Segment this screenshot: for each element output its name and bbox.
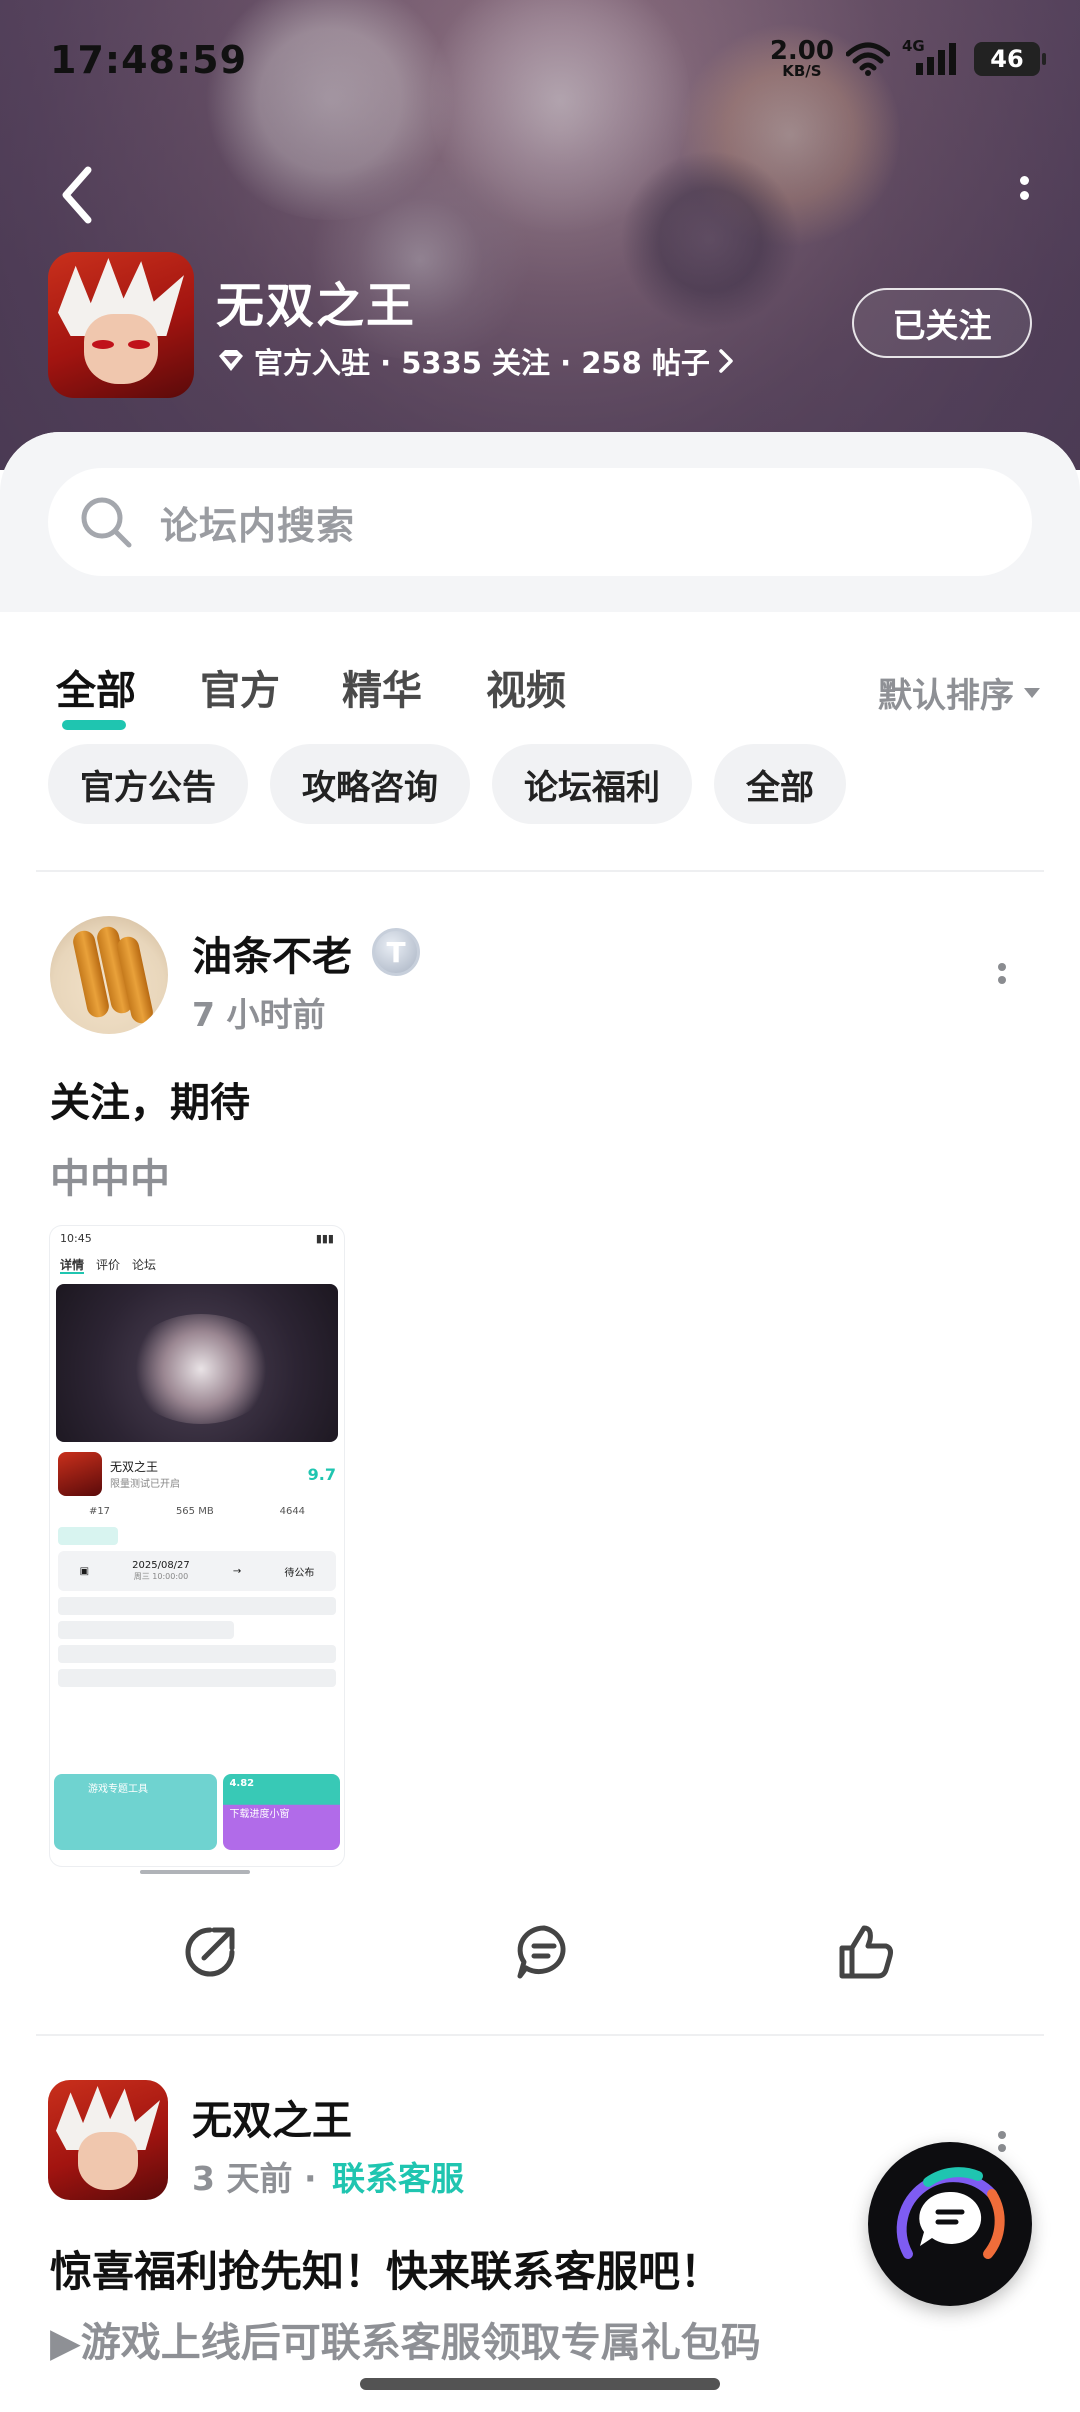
status-time: 17:48:59 [50,38,248,82]
post-author[interactable]: 无双之王 [192,2088,352,2146]
forum-meta-text: 官方入驻 · 5335 关注 · 258 帖子 [254,346,710,380]
active-tab-indicator [62,720,126,730]
forum-tabs: 全部 官方 精华 视频 默认排序 [0,628,1080,738]
tab-all[interactable]: 全部 [56,658,136,716]
post-actions [0,1910,1080,2000]
back-chevron-icon[interactable] [52,160,102,230]
post-body[interactable]: 中中中 [50,1146,170,1204]
wifi-icon [846,42,890,76]
diamond-icon [219,350,243,371]
category-chips: 官方公告 攻略咨询 论坛福利 全部 [48,744,846,824]
chip-official-announcement[interactable]: 官方公告 [48,744,248,824]
search-placeholder: 论坛内搜索 [160,503,356,548]
section-divider [36,870,1044,872]
post-image-attachment[interactable]: 10:45 ▮▮▮ 详情 评价 论坛 无双之王 限量测试已开启 9.7 #17 … [50,1226,344,1866]
share-icon[interactable] [178,1920,242,1984]
post-title[interactable]: 惊喜福利抢先知！快来联系客服吧！ [50,2238,722,2299]
home-indicator[interactable] [360,2378,720,2390]
tab-featured[interactable]: 精华 [342,658,422,716]
post-title[interactable]: 关注，期待 [50,1070,250,1128]
more-options-button[interactable] [1012,170,1036,214]
following-button[interactable]: 已关注 [852,288,1032,358]
game-app-icon [48,252,194,398]
post-author[interactable]: 油条不老 [192,924,352,982]
search-icon [81,497,132,548]
comment-icon[interactable] [512,1920,576,1984]
forum-search-input[interactable]: 论坛内搜索 [48,468,1032,576]
cellular-signal-icon: 4G [902,37,962,77]
dropdown-arrow-icon [1024,687,1040,698]
contact-support-link[interactable]: 联系客服 [332,2152,464,2200]
chip-all[interactable]: 全部 [714,744,846,824]
post-time: 7 小时前 [192,995,326,1034]
post-more-button[interactable] [992,958,1012,998]
status-bar: 17:48:59 2.00 KB/S 4G 46 [50,36,1046,88]
post-time: 3 天前 · [192,2159,317,2198]
thumbs-up-icon[interactable] [834,1920,898,1984]
avatar[interactable] [50,916,168,1034]
forum-header-banner: 17:48:59 2.00 KB/S 4G 46 无双之王 官方入驻 · 533… [0,0,1080,470]
chevron-right-icon [719,349,733,373]
post-divider [36,2034,1044,2036]
chip-strategy[interactable]: 攻略咨询 [270,744,470,824]
avatar[interactable] [48,2080,168,2200]
user-level-badge: T [372,928,420,976]
forum-meta-link[interactable]: 官方入驻 · 5335 关注 · 258 帖子 [216,340,734,382]
tab-video[interactable]: 视频 [486,658,566,716]
forum-title: 无双之王 [216,278,417,334]
chat-bubble-icon [896,2167,1005,2259]
battery-indicator: 46 [974,41,1046,76]
tab-official[interactable]: 官方 [200,658,280,716]
chip-forum-welfare[interactable]: 论坛福利 [492,744,692,824]
sort-dropdown[interactable]: 默认排序 [878,668,1040,717]
chat-fab-button[interactable] [868,2142,1032,2306]
network-speed: 2.00 KB/S [769,36,834,80]
image-scroll-indicator [140,1870,250,1874]
post-body[interactable]: ▶游戏上线后可联系客服领取专属礼包码 [50,2310,761,2368]
